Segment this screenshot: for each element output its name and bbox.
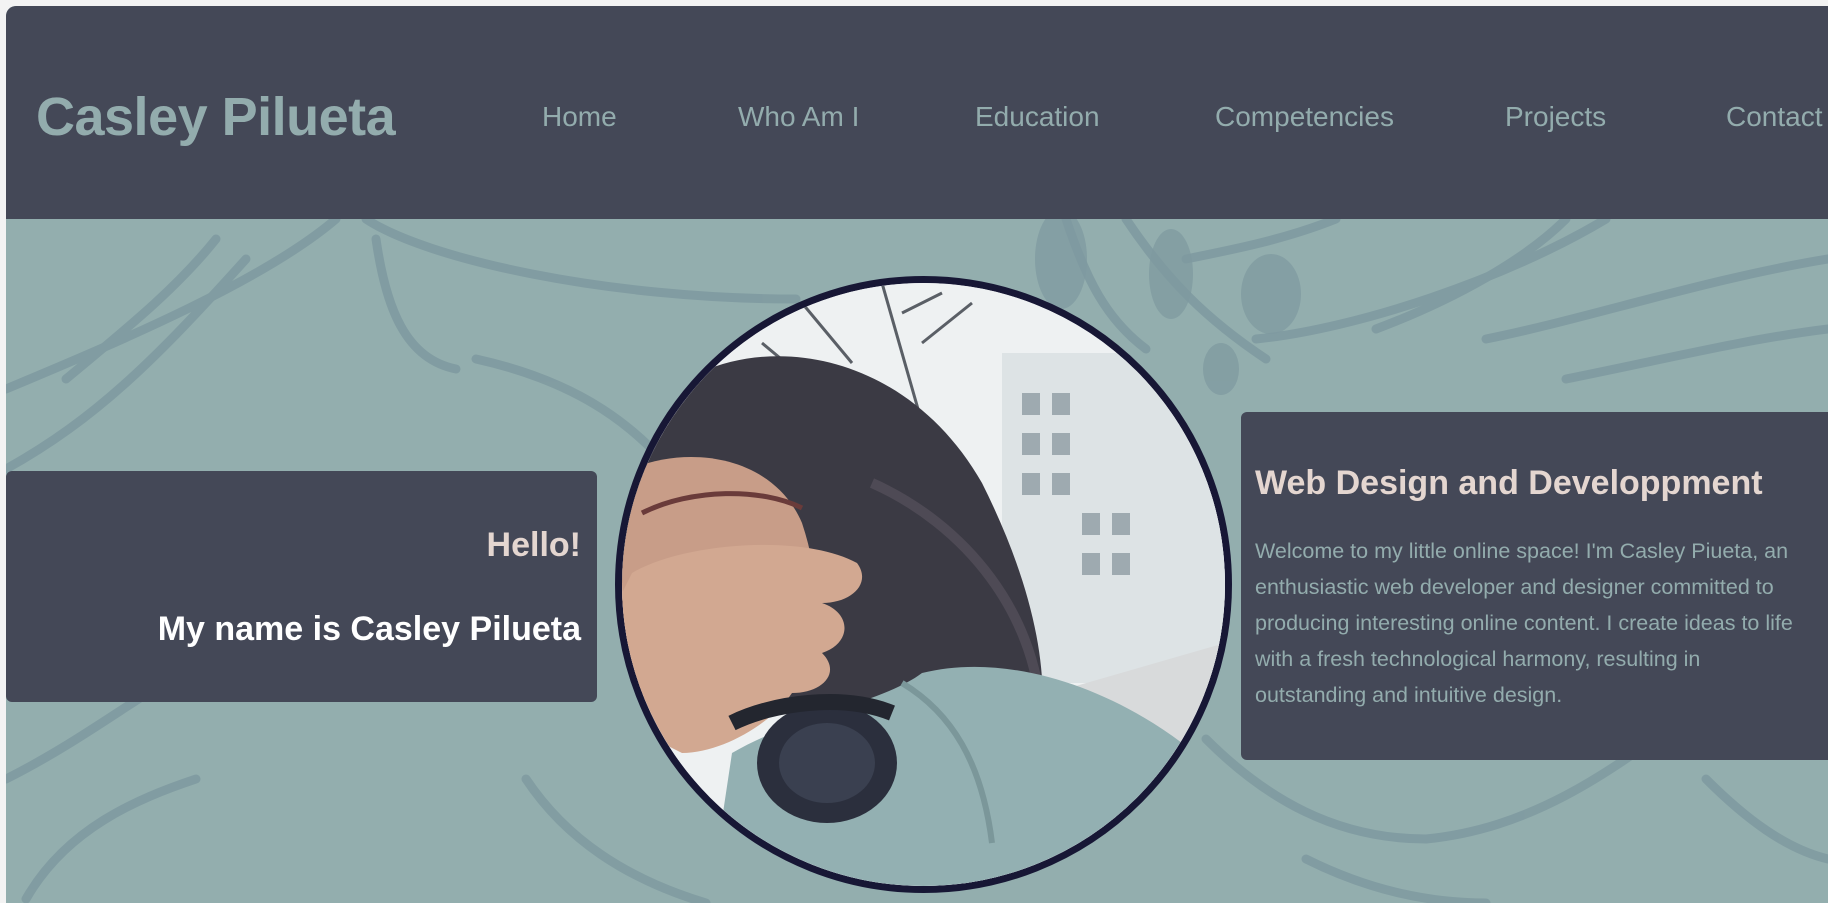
profile-photo — [615, 276, 1232, 893]
page-frame: Casley Pilueta Home Who Am I Education C… — [6, 6, 1828, 903]
nav-competencies[interactable]: Competencies — [1215, 101, 1394, 133]
nav-contact[interactable]: Contact — [1726, 101, 1823, 133]
nav-education[interactable]: Education — [975, 101, 1100, 133]
name-heading: My name is Casley Pilueta — [157, 610, 581, 648]
intro-card: Web Design and Developpment Welcome to m… — [1241, 412, 1828, 760]
greeting-heading: Hello! — [486, 526, 581, 564]
intro-heading: Web Design and Developpment — [1255, 464, 1763, 502]
nav-who-am-i[interactable]: Who Am I — [738, 101, 859, 133]
nav-projects[interactable]: Projects — [1505, 101, 1606, 133]
nav-home[interactable]: Home — [542, 101, 617, 133]
intro-paragraph: Welcome to my little online space! I'm C… — [1255, 539, 1793, 707]
site-brand[interactable]: Casley Pilueta — [36, 86, 396, 148]
greeting-card: Hello! My name is Casley Pilueta — [6, 471, 597, 702]
site-header: Casley Pilueta Home Who Am I Education C… — [6, 6, 1828, 219]
profile-photo-illustration — [622, 283, 1225, 886]
